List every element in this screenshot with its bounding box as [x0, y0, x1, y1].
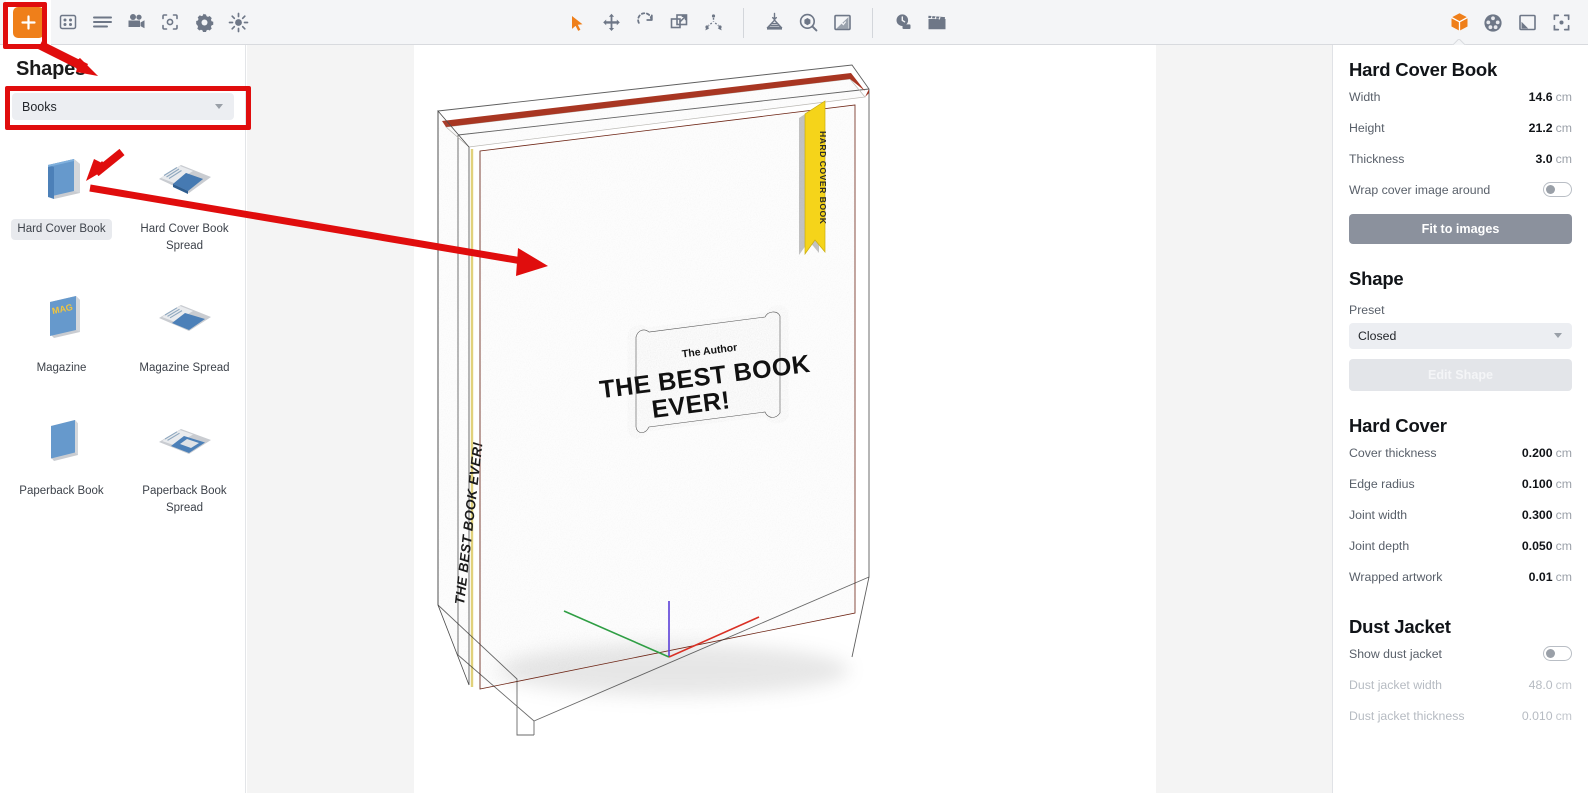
- annotation-arrow-to-category: [40, 45, 98, 76]
- annotation-arrow-to-canvas: [90, 188, 548, 276]
- annotation-arrows: [0, 0, 1588, 793]
- annotation-arrow-to-shape-icon: [86, 152, 122, 181]
- app-root: Shapes Books Hard Cover Book: [0, 0, 1588, 793]
